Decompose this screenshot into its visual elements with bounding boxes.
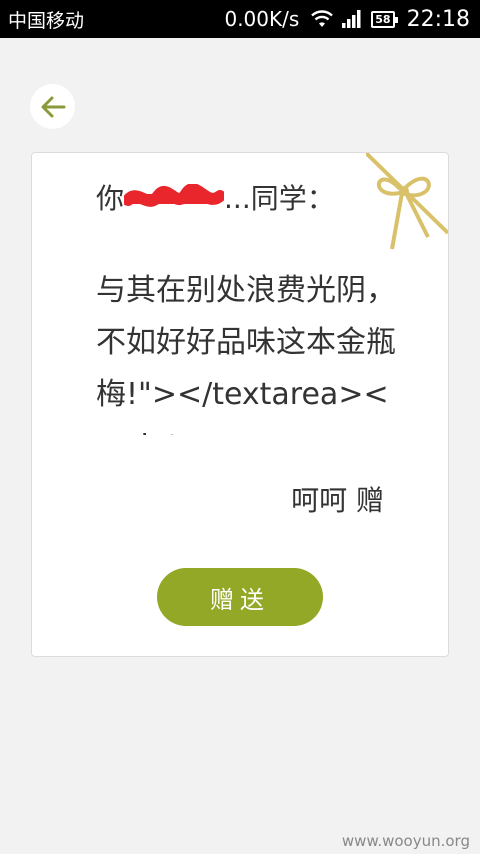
signal-icon <box>342 10 361 28</box>
watermark: www.wooyun.org <box>341 832 470 850</box>
redacted-name <box>124 184 225 207</box>
gift-message: 与其在别处浪费光阴，不如好好品味这本金瓶梅!"></textarea><scri… <box>96 273 396 435</box>
carrier-name: 中国移动 <box>8 9 85 32</box>
signature-text: 呵呵 赠 <box>291 484 384 517</box>
gift-card: 你 ...同学： 与其在别处浪费光阴，不如好好品味这本金瓶梅!"></texta… <box>31 152 449 657</box>
clock: 22:18 <box>406 6 470 32</box>
status-bar: 中国移动 0.00K/s 58 22:18 <box>0 0 480 38</box>
status-indicators: 0.00K/s 58 22:18 <box>224 7 470 32</box>
send-gift-button[interactable]: 赠送 <box>157 568 323 626</box>
wifi-icon <box>311 10 334 27</box>
back-button[interactable] <box>30 84 75 129</box>
arrow-left-icon <box>41 96 65 117</box>
ribbon-bow-icon <box>366 153 448 250</box>
greeting-text: 你 ...同学： <box>96 177 335 217</box>
battery-icon: 58 <box>371 10 398 28</box>
greeting-prefix: 你 <box>96 182 125 215</box>
greeting-suffix: ...同学： <box>224 182 335 215</box>
network-speed: 0.00K/s <box>224 7 300 31</box>
